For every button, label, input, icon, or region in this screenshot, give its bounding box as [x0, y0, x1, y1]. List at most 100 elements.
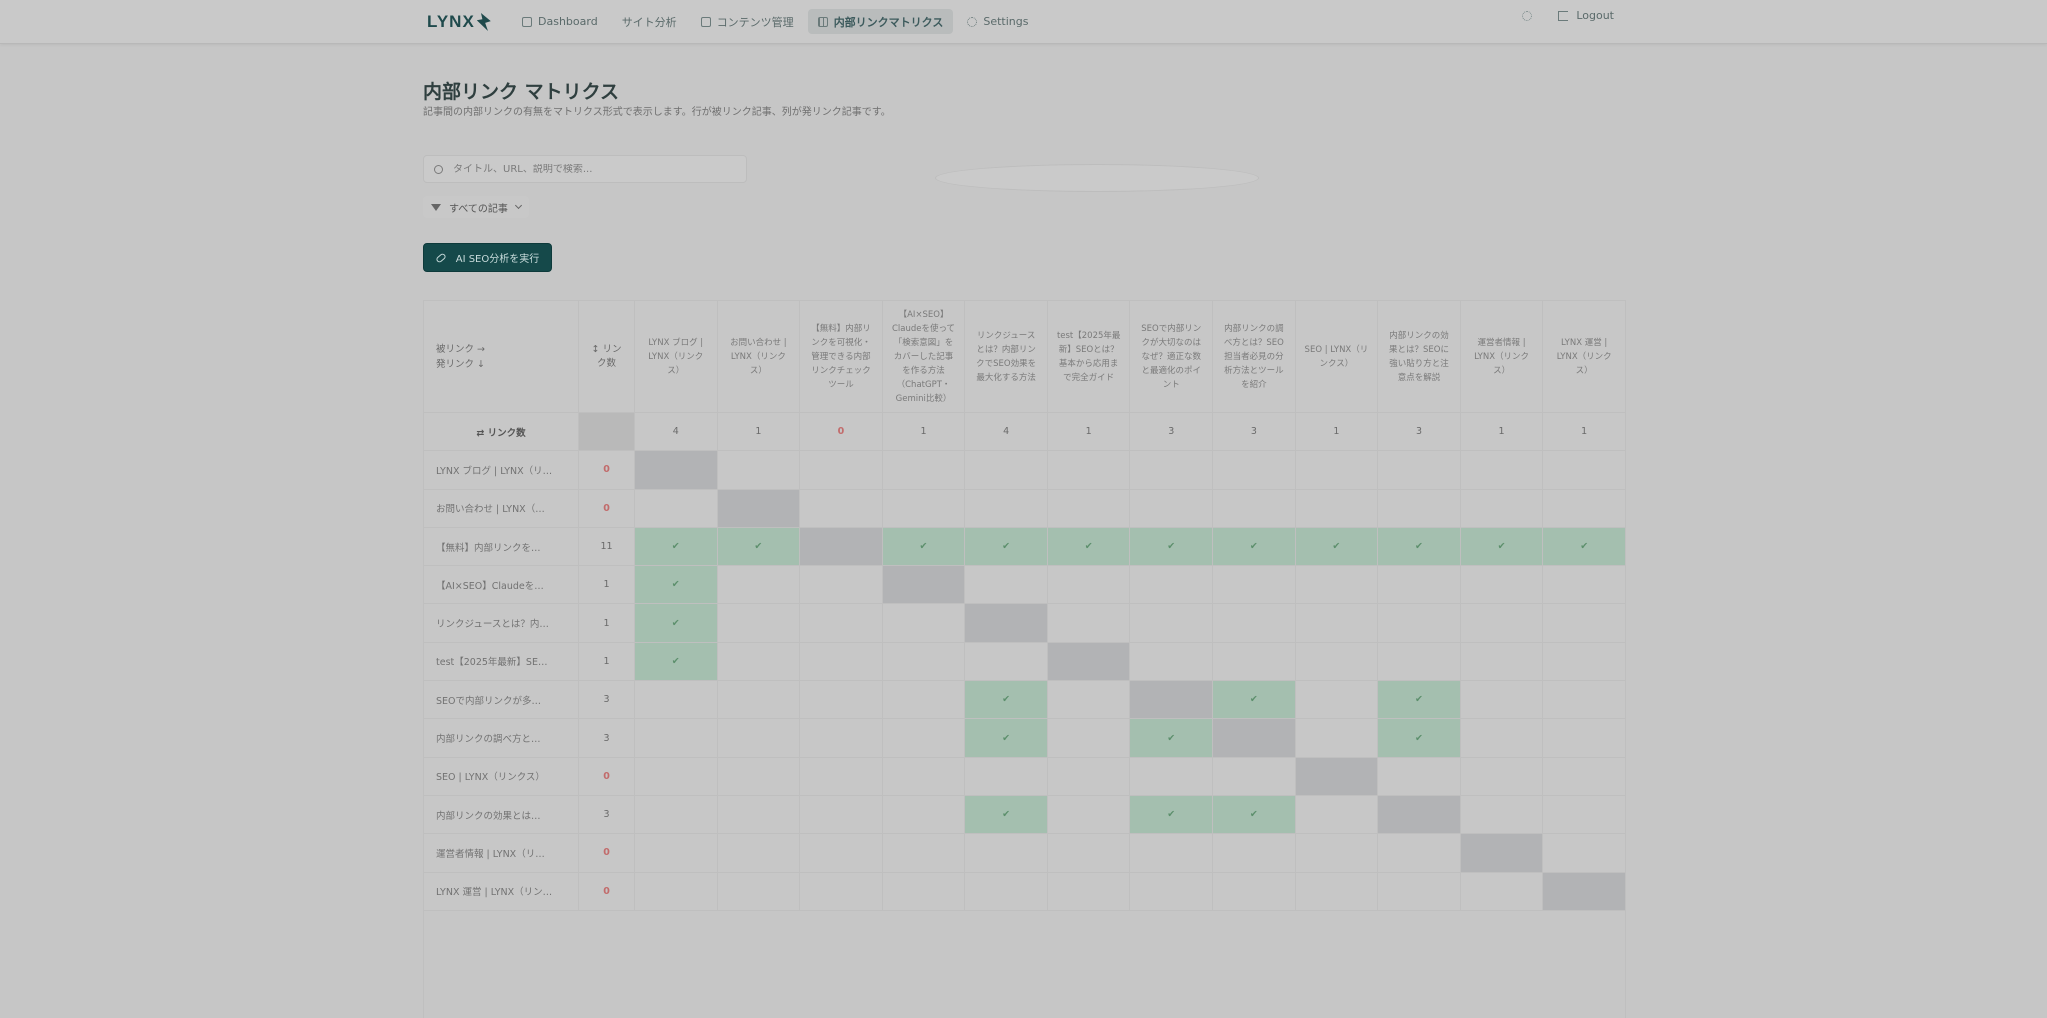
matrix-cell-self[interactable]: [964, 603, 1048, 643]
matrix-cell-empty[interactable]: [716, 565, 801, 605]
matrix-cell-empty[interactable]: [1377, 603, 1461, 643]
matrix-cell-linked[interactable]: ✔: [716, 526, 801, 567]
matrix-cell-empty[interactable]: [716, 450, 801, 490]
matrix-cell-empty[interactable]: [881, 871, 966, 911]
matrix-cell-empty[interactable]: [1129, 603, 1214, 643]
matrix-cell-linked[interactable]: ✔: [634, 565, 718, 605]
matrix-cell-linked[interactable]: ✔: [964, 718, 1048, 758]
matrix-cell-empty[interactable]: [1459, 718, 1544, 758]
matrix-cell-linked[interactable]: ✔: [881, 526, 966, 567]
matrix-cell-empty[interactable]: [716, 756, 801, 796]
matrix-cell-empty[interactable]: [881, 641, 966, 682]
matrix-cell-empty[interactable]: [964, 833, 1048, 873]
matrix-cell-linked[interactable]: ✔: [964, 526, 1048, 567]
matrix-cell-linked[interactable]: ✔: [1294, 526, 1379, 567]
matrix-cell-empty[interactable]: [634, 488, 718, 528]
matrix-cell-empty[interactable]: [716, 718, 801, 758]
matrix-cell-empty[interactable]: [1212, 871, 1296, 911]
matrix-cell-empty[interactable]: [799, 794, 883, 835]
matrix-cell-empty[interactable]: [634, 756, 718, 796]
matrix-cell-empty[interactable]: [1046, 794, 1131, 835]
matrix-cell-empty[interactable]: [1377, 450, 1461, 490]
matrix-cell-self[interactable]: [634, 450, 718, 490]
matrix-cell-empty[interactable]: [799, 756, 883, 796]
matrix-cell-empty[interactable]: [1459, 756, 1544, 796]
matrix-cell-empty[interactable]: [1459, 641, 1544, 682]
matrix-cell-empty[interactable]: [799, 718, 883, 758]
matrix-cell-empty[interactable]: [1294, 450, 1379, 490]
matrix-cell-empty[interactable]: [1294, 488, 1379, 528]
matrix-cell-empty[interactable]: [1212, 756, 1296, 796]
matrix-cell-empty[interactable]: [716, 871, 801, 911]
matrix-cell-linked[interactable]: ✔: [1212, 794, 1296, 835]
matrix-cell-self[interactable]: [1377, 794, 1461, 835]
matrix-cell-empty[interactable]: [799, 488, 883, 528]
matrix-cell-empty[interactable]: [634, 794, 718, 835]
matrix-cell-empty[interactable]: [1129, 756, 1214, 796]
matrix-cell-empty[interactable]: [1212, 603, 1296, 643]
matrix-cell-empty[interactable]: [1046, 565, 1131, 605]
matrix-cell-empty[interactable]: [1046, 756, 1131, 796]
matrix-cell-empty[interactable]: [1542, 680, 1626, 720]
nav-settings[interactable]: Settings: [957, 9, 1038, 34]
logout-button[interactable]: Logout: [1558, 9, 1614, 22]
matrix-cell-self[interactable]: [799, 526, 883, 567]
matrix-cell-linked[interactable]: ✔: [964, 794, 1048, 835]
matrix-cell-empty[interactable]: [799, 450, 883, 490]
matrix-cell-empty[interactable]: [634, 833, 718, 873]
nav-link-matrix[interactable]: 内部リンクマトリクス: [807, 9, 954, 34]
theme-toggle-icon[interactable]: [1522, 10, 1533, 21]
matrix-cell-empty[interactable]: [799, 565, 883, 605]
matrix-cell-empty[interactable]: [1459, 680, 1544, 720]
matrix-cell-linked[interactable]: ✔: [1377, 526, 1461, 567]
matrix-cell-empty[interactable]: [964, 756, 1048, 796]
matrix-cell-empty[interactable]: [881, 718, 966, 758]
row-label[interactable]: SEO | LYNX（リンクス）: [423, 756, 579, 796]
matrix-cell-empty[interactable]: [799, 680, 883, 720]
matrix-cell-empty[interactable]: [881, 488, 966, 528]
row-label[interactable]: 【AI×SEO】Claudeを…: [423, 565, 579, 605]
matrix-cell-empty[interactable]: [634, 680, 718, 720]
matrix-cell-linked[interactable]: ✔: [634, 641, 718, 682]
row-label[interactable]: お問い合わせ | LYNX（…: [423, 488, 579, 528]
row-label[interactable]: 運営者情報 | LYNX（リ…: [423, 833, 579, 873]
matrix-cell-empty[interactable]: [1542, 794, 1626, 835]
matrix-cell-linked[interactable]: ✔: [1212, 526, 1296, 567]
matrix-cell-empty[interactable]: [1294, 641, 1379, 682]
matrix-cell-empty[interactable]: [1212, 833, 1296, 873]
matrix-cell-empty[interactable]: [716, 603, 801, 643]
matrix-cell-empty[interactable]: [1046, 450, 1131, 490]
matrix-cell-empty[interactable]: [1542, 756, 1626, 796]
ai-seo-analysis-button[interactable]: AI SEO分析を実行: [423, 243, 552, 272]
matrix-cell-empty[interactable]: [799, 641, 883, 682]
row-label[interactable]: LYNX ブログ | LYNX（リ…: [423, 450, 579, 490]
matrix-cell-linked[interactable]: ✔: [1212, 680, 1296, 720]
matrix-cell-empty[interactable]: [1046, 603, 1131, 643]
matrix-cell-empty[interactable]: [1129, 488, 1214, 528]
matrix-cell-empty[interactable]: [1294, 680, 1379, 720]
matrix-cell-empty[interactable]: [1542, 565, 1626, 605]
matrix-cell-empty[interactable]: [1046, 488, 1131, 528]
matrix-cell-empty[interactable]: [1294, 718, 1379, 758]
matrix-cell-empty[interactable]: [881, 450, 966, 490]
matrix-cell-self[interactable]: [1129, 680, 1214, 720]
matrix-cell-self[interactable]: [881, 565, 966, 605]
matrix-cell-empty[interactable]: [716, 641, 801, 682]
matrix-cell-empty[interactable]: [1377, 833, 1461, 873]
matrix-cell-empty[interactable]: [964, 450, 1048, 490]
matrix-cell-empty[interactable]: [964, 488, 1048, 528]
matrix-cell-self[interactable]: [716, 488, 801, 528]
matrix-cell-empty[interactable]: [1542, 833, 1626, 873]
matrix-cell-empty[interactable]: [1212, 641, 1296, 682]
matrix-cell-empty[interactable]: [1542, 603, 1626, 643]
matrix-cell-self[interactable]: [1542, 871, 1626, 911]
matrix-cell-empty[interactable]: [1542, 488, 1626, 528]
nav-site-analysis[interactable]: サイト分析: [612, 9, 1259, 192]
matrix-cell-empty[interactable]: [1459, 565, 1544, 605]
row-label[interactable]: LYNX 運営 | LYNX（リン…: [423, 871, 579, 911]
matrix-cell-self[interactable]: [1294, 756, 1379, 796]
matrix-cell-empty[interactable]: [799, 871, 883, 911]
row-label[interactable]: 内部リンクの調べ方と…: [423, 718, 579, 758]
matrix-cell-self[interactable]: [1046, 641, 1131, 682]
matrix-cell-empty[interactable]: [1129, 871, 1214, 911]
